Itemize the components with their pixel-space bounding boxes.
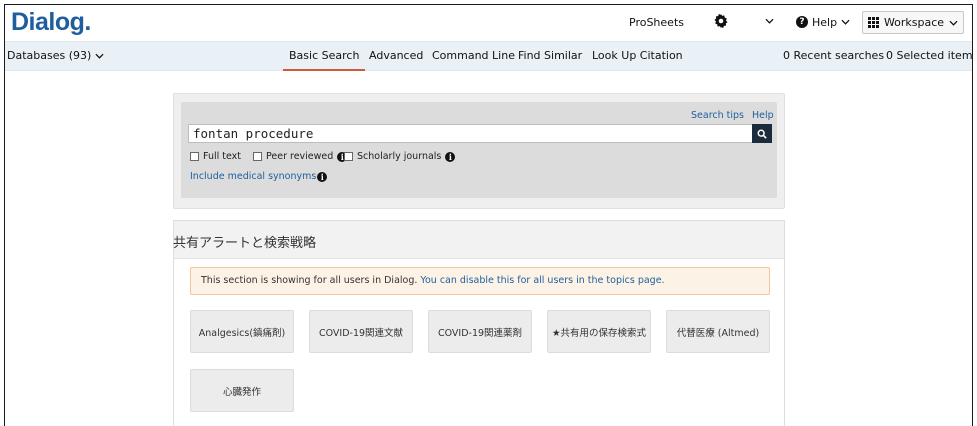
search-icon [757, 129, 767, 139]
shared-alerts-title: 共有アラートと検索戦略 [173, 236, 317, 251]
chip-shared-saved-search[interactable]: ★共有用の保存検索式 [547, 310, 651, 353]
chip-heart-attack[interactable]: 心臓発作 [190, 369, 294, 412]
chip-analgesics[interactable]: Analgesics(鎮痛剤) [190, 310, 294, 353]
top-bar: Dialog. ProSheets ? Help Workspace [5, 5, 972, 39]
dialog-logo[interactable]: Dialog. [11, 8, 91, 37]
workspace-button[interactable]: Workspace [862, 11, 964, 34]
help-label: Help [812, 15, 838, 29]
chevron-down-icon[interactable] [765, 18, 774, 24]
filter-scholarly-journals[interactable]: Scholarly journals i [344, 151, 456, 162]
full-text-checkbox[interactable] [190, 152, 199, 161]
databases-menu[interactable]: Databases (93) [7, 42, 104, 70]
question-icon: ? [796, 16, 808, 28]
tab-look-up-citation[interactable]: Look Up Citation [592, 42, 683, 70]
tab-advanced[interactable]: Advanced [369, 42, 423, 70]
chip-altmed[interactable]: 代替医療 (Altmed) [666, 310, 770, 353]
help-menu[interactable]: ? Help [796, 5, 850, 39]
notice-banner: This section is showing for all users in… [190, 267, 770, 295]
medical-synonyms-link[interactable]: Include medical synonyms i [190, 171, 328, 182]
peer-reviewed-label: Peer reviewed [266, 151, 334, 162]
app-window: Dialog. ProSheets ? Help Workspace Datab… [4, 4, 973, 426]
prosheets-link[interactable]: ProSheets [629, 5, 684, 39]
full-text-label: Full text [203, 151, 242, 162]
tab-basic-search[interactable]: Basic Search [282, 42, 366, 71]
gear-icon[interactable] [714, 14, 728, 28]
prosheets-label: ProSheets [629, 15, 684, 29]
nav-bar: Databases (93) Basic Search Advanced Com… [5, 41, 972, 71]
filter-peer-reviewed[interactable]: Peer reviewed i [253, 151, 348, 162]
chip-covid-literature[interactable]: COVID-19関連文献 [309, 310, 413, 353]
search-box-area [181, 102, 777, 198]
scholarly-journals-checkbox[interactable] [344, 152, 353, 161]
notice-text: This section is showing for all users in… [201, 275, 418, 286]
tab-command-line[interactable]: Command Line [432, 42, 515, 70]
chip-covid-drugs[interactable]: COVID-19関連薬剤 [428, 310, 532, 353]
recent-searches-link[interactable]: 0 Recent searches [783, 42, 884, 70]
chevron-down-icon [95, 53, 104, 59]
info-icon[interactable]: i [445, 151, 456, 162]
chevron-down-icon [949, 20, 958, 26]
info-icon[interactable]: i [317, 171, 328, 182]
search-help-link[interactable]: Help [752, 110, 774, 121]
grid-icon [867, 17, 879, 28]
chevron-down-icon [841, 19, 850, 25]
search-button[interactable] [752, 124, 772, 143]
peer-reviewed-checkbox[interactable] [253, 152, 262, 161]
tab-find-similar[interactable]: Find Similar [518, 42, 582, 70]
databases-label: Databases (93) [7, 49, 92, 62]
disable-topics-link[interactable]: You can disable this for all users in th… [420, 275, 664, 286]
workspace-label: Workspace [883, 16, 945, 29]
search-input[interactable]: fontan procedure [188, 124, 753, 143]
scholarly-journals-label: Scholarly journals [357, 151, 442, 162]
filter-full-text[interactable]: Full text [190, 151, 241, 162]
medical-synonyms-label: Include medical synonyms [190, 171, 317, 182]
search-tips-link[interactable]: Search tips [691, 110, 744, 121]
selected-items-link[interactable]: 0 Selected items [886, 42, 972, 70]
